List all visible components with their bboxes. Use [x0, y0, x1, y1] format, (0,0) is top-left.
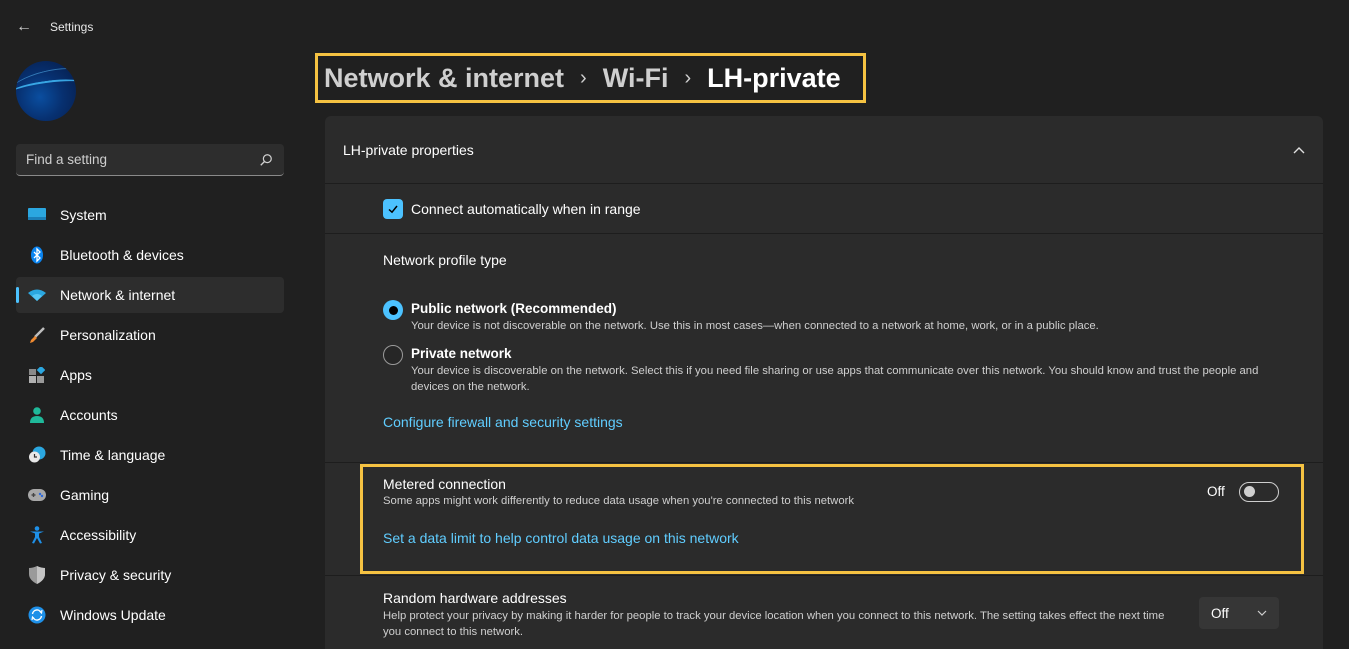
private-network-option[interactable]: Private network Your device is discovera… — [383, 345, 1291, 395]
network-profile-row: Network profile type Public network (Rec… — [325, 234, 1323, 463]
public-network-radio[interactable] — [383, 300, 403, 320]
random-hardware-dropdown[interactable]: Off — [1199, 597, 1279, 629]
sidebar-item-system[interactable]: System — [16, 197, 284, 233]
public-network-option[interactable]: Public network (Recommended) Your device… — [383, 300, 1291, 334]
sidebar-item-gaming[interactable]: Gaming — [16, 477, 284, 513]
back-button[interactable]: ← — [12, 16, 36, 38]
app-title: Settings — [50, 20, 94, 34]
monitor-icon — [28, 206, 46, 224]
private-network-label: Private network — [411, 346, 512, 361]
sidebar-item-network[interactable]: Network & internet — [16, 277, 284, 313]
wifi-icon — [28, 286, 46, 304]
sidebar-item-privacy[interactable]: Privacy & security — [16, 557, 284, 593]
accessibility-icon — [28, 526, 46, 544]
connect-automatically-row: Connect automatically when in range — [325, 184, 1323, 234]
sidebar-item-personalization[interactable]: Personalization — [16, 317, 284, 353]
gamepad-icon — [28, 486, 46, 504]
apps-icon — [28, 366, 46, 384]
properties-header[interactable]: LH-private properties — [325, 116, 1323, 184]
breadcrumb-wifi[interactable]: Wi-Fi — [603, 63, 669, 94]
metered-toggle-label: Off — [1207, 484, 1225, 499]
random-hardware-title: Random hardware addresses — [383, 590, 567, 606]
connect-automatically-checkbox[interactable] — [383, 198, 403, 219]
sidebar-item-bluetooth[interactable]: Bluetooth & devices — [16, 237, 284, 273]
metered-connection-description: Some apps might work differently to redu… — [383, 495, 855, 507]
connect-automatically-label: Connect automatically when in range — [411, 200, 641, 217]
public-network-description: Your device is not discoverable on the n… — [411, 320, 1099, 332]
properties-title: LH-private properties — [343, 141, 474, 158]
sidebar-item-accounts[interactable]: Accounts — [16, 397, 284, 433]
private-network-radio[interactable] — [383, 345, 403, 365]
person-icon — [28, 406, 46, 424]
sidebar-nav: System Bluetooth & devices Network & int… — [16, 197, 284, 637]
chevron-down-icon — [1257, 608, 1267, 619]
metered-connection-row: Metered connection Some apps might work … — [325, 463, 1323, 576]
breadcrumb: Network & internet › Wi-Fi › LH-private — [315, 53, 866, 103]
sidebar-item-time-language[interactable]: Time & language — [16, 437, 284, 473]
search-box[interactable] — [16, 144, 284, 176]
shield-icon — [28, 566, 46, 584]
network-profile-title: Network profile type — [383, 252, 507, 268]
random-hardware-description: Help protect your privacy by making it h… — [383, 610, 1165, 638]
search-input[interactable] — [26, 152, 258, 167]
metered-connection-title: Metered connection — [383, 476, 506, 492]
paintbrush-icon — [28, 326, 46, 344]
title-bar: ← Settings — [0, 0, 1349, 52]
properties-card: LH-private properties Connect automatica… — [325, 116, 1323, 649]
update-icon — [28, 606, 46, 624]
sidebar-item-apps[interactable]: Apps — [16, 357, 284, 393]
metered-connection-toggle[interactable] — [1239, 482, 1279, 502]
page-title: LH-private — [707, 62, 841, 93]
set-data-limit-link[interactable]: Set a data limit to help control data us… — [383, 530, 739, 546]
bluetooth-icon — [28, 246, 46, 264]
configure-firewall-link[interactable]: Configure firewall and security settings — [383, 414, 623, 430]
clock-globe-icon — [28, 446, 46, 464]
arrow-left-icon: ← — [16, 18, 32, 35]
search-icon[interactable] — [258, 152, 274, 168]
breadcrumb-network[interactable]: Network & internet — [324, 63, 564, 94]
public-network-label: Public network (Recommended) — [411, 301, 617, 316]
sidebar-item-accessibility[interactable]: Accessibility — [16, 517, 284, 553]
user-avatar[interactable] — [16, 61, 76, 121]
checkmark-icon — [388, 205, 398, 213]
random-hardware-row: Random hardware addresses Help protect y… — [325, 576, 1323, 649]
chevron-right-icon: › — [580, 66, 587, 89]
chevron-up-icon[interactable] — [1293, 143, 1305, 157]
sidebar-item-windows-update[interactable]: Windows Update — [16, 597, 284, 633]
chevron-right-icon: › — [684, 66, 692, 89]
random-hardware-value: Off — [1211, 605, 1229, 621]
private-network-description: Your device is discoverable on the netwo… — [411, 365, 1259, 393]
